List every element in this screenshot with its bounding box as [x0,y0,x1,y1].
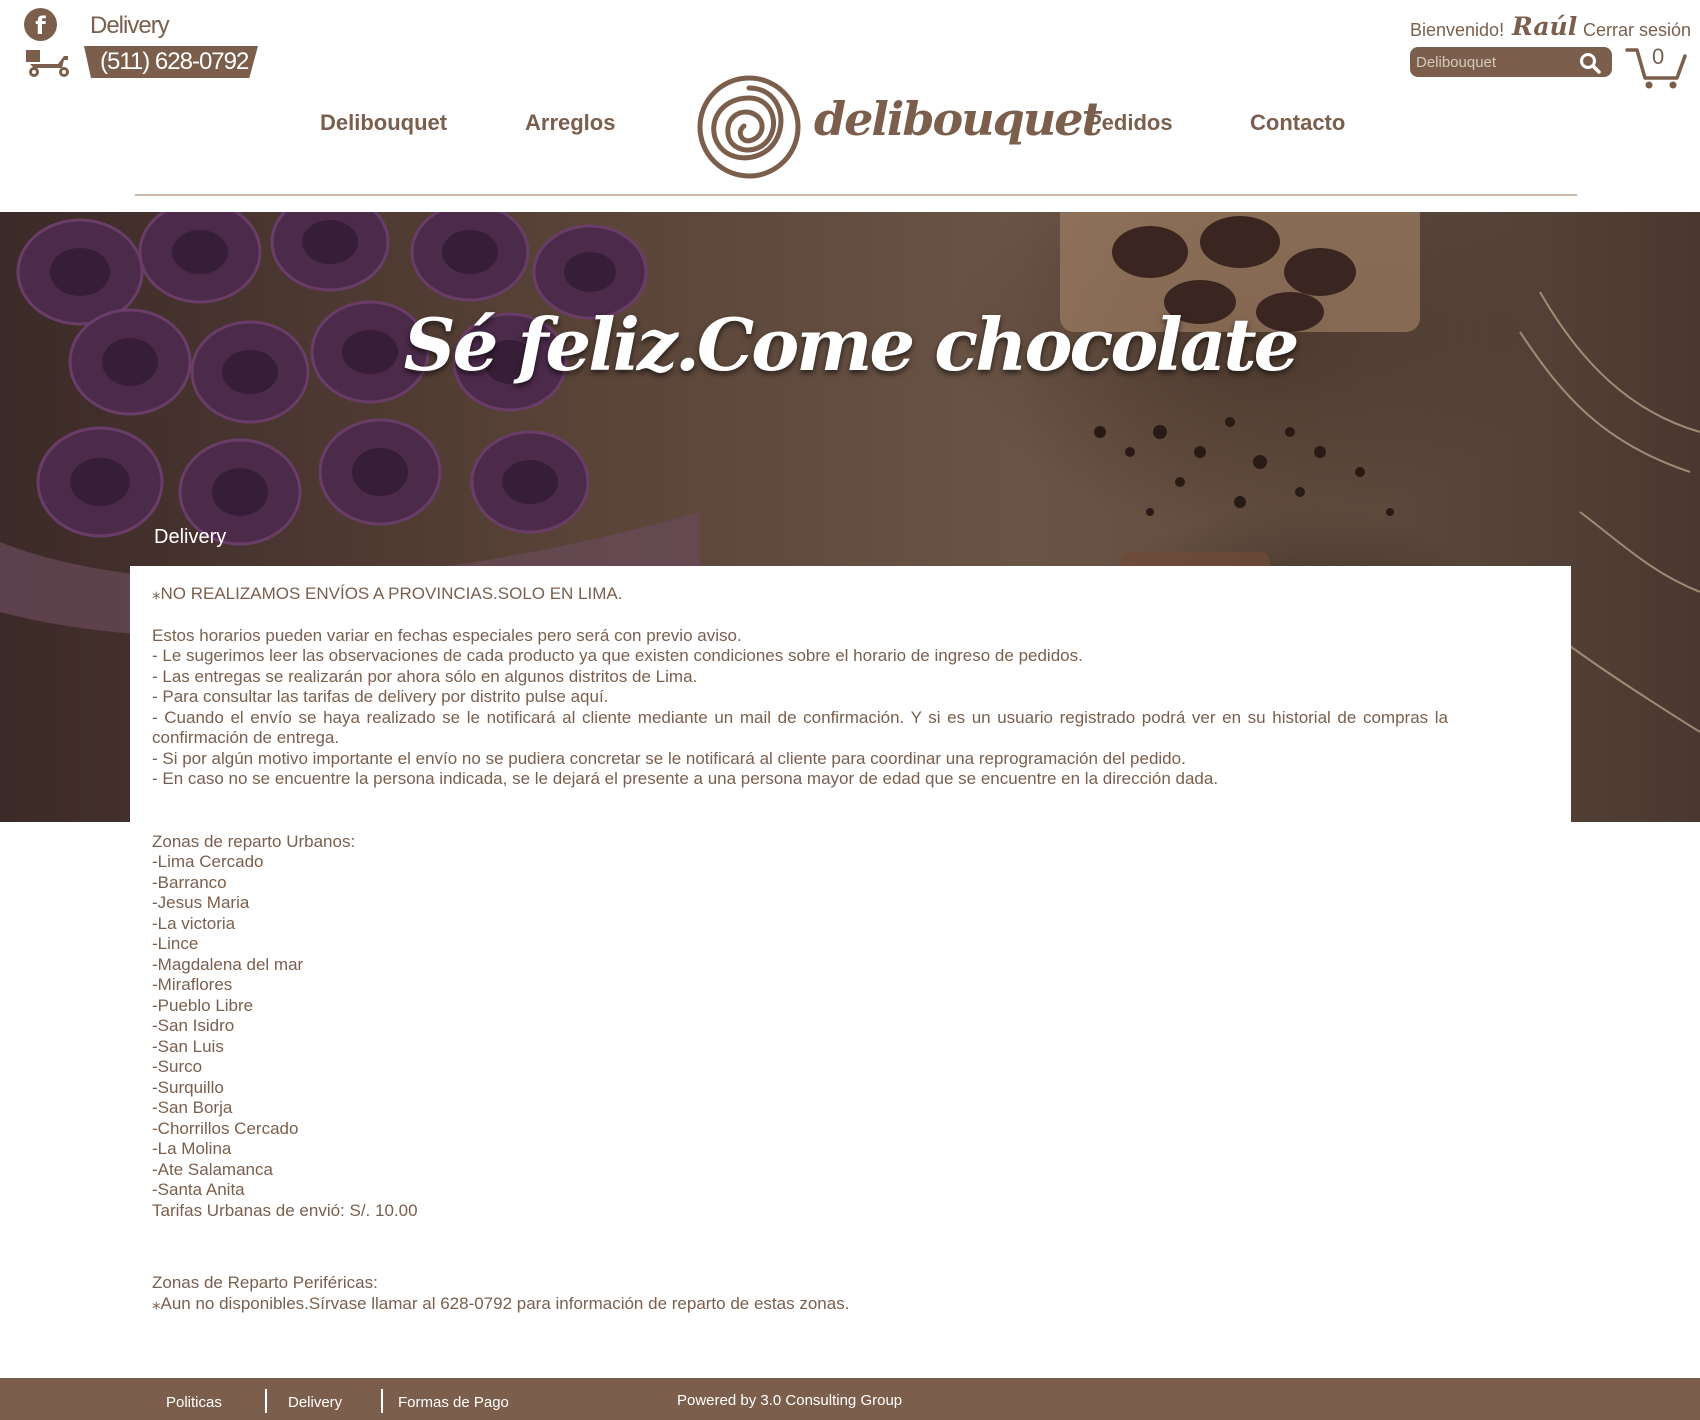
zone-item: -Barranco [152,872,227,892]
zone-item: -Miraflores [152,975,233,994]
footer-link-politicas[interactable]: Politicas [166,1394,222,1411]
footer-divider [381,1389,383,1413]
hero-slogan: Sé feliz.Come chocolate [403,302,1300,387]
urban-rate: Tarifas Urbanas de envió: S/. 10.00 [152,1200,418,1220]
delivery-link[interactable]: Delivery [90,12,170,40]
zone-item: -Ate Salamanca [152,1159,273,1179]
zone-item: -Pueblo Libre [152,995,254,1015]
provinces-notice: ⁎NO REALIZAMOS ENVÍOS A PROVINCIAS.SOLO … [152,584,623,603]
search-input[interactable] [1414,49,1578,75]
zone-item: -San Borja [152,1098,233,1117]
rule-text: - Las entregas se realizarán por ahora s… [152,666,698,686]
zone-item: -Santa Anita [152,1180,245,1199]
delivery-info: ⁎NO REALIZAMOS ENVÍOS A PROVINCIAS.SOLO … [152,584,1448,1314]
search-icon[interactable] [1578,51,1602,75]
zone-item: -San Luis [152,1036,224,1056]
nav-item-arreglos[interactable]: Arreglos [525,110,615,136]
nav-item-delibouquet[interactable]: Delibouquet [320,110,447,136]
rates-link[interactable]: - Para consultar las tarifas de delivery… [152,687,1448,708]
welcome-text: Bienvenido! [1410,20,1505,40]
section-title: Delivery [154,526,227,548]
peripheral-zones-title: Zonas de Reparto Periféricas: [152,1273,378,1292]
zone-item: -Chorrillos Cercado [152,1118,299,1138]
logo-text[interactable]: delibouquet [814,92,1103,146]
zone-item: -Jesus Maria [152,893,250,912]
urban-zones-title: Zonas de reparto Urbanos: [152,831,356,851]
footer-divider [265,1389,267,1413]
zone-item: -Surco [152,1057,203,1076]
peripheral-note: ⁎Aun no disponibles.Sírvase llamar al 62… [152,1293,850,1313]
rule-text: - Cuando el envío se haya realizado se l… [152,707,1448,748]
nav-item-contacto[interactable]: Contacto [1250,110,1345,136]
delivery-scooter-icon [26,50,69,77]
rule-text: - Si por algún motivo importante el enví… [152,748,1186,768]
logo-rose-icon[interactable] [696,74,802,180]
logout-link[interactable]: Cerrar sesión [1583,20,1691,41]
zone-item: -Surquillo [152,1077,224,1097]
cart-count: 0 [1652,44,1665,69]
zone-item: -Magdalena del mar [152,954,304,974]
zone-item: -San Isidro [152,1016,235,1035]
zone-item: -La victoria [152,913,236,933]
header-divider [135,194,1577,196]
footer-link-formas-de-pago[interactable]: Formas de Pago [398,1394,509,1411]
user-name: Raúl [1512,12,1578,41]
phone-number: (511) 628-0792 [100,48,249,75]
powered-by[interactable]: Powered by 3.0 Consulting Group [677,1392,902,1409]
zone-item: -La Molina [152,1139,232,1158]
footer-link-delivery[interactable]: Delivery [288,1394,342,1411]
rule-text: - Le sugerimos leer las observaciones de… [152,646,1083,665]
rule-text: Estos horarios pueden variar en fechas e… [152,625,742,645]
nav-item-pedidos[interactable]: Pedidos [1087,110,1173,136]
facebook-icon[interactable]: f [24,8,57,41]
zone-item: -Lince [152,934,199,953]
zone-item: -Lima Cercado [152,852,264,871]
rule-text: - En caso no se encuentre la persona ind… [152,769,1219,788]
